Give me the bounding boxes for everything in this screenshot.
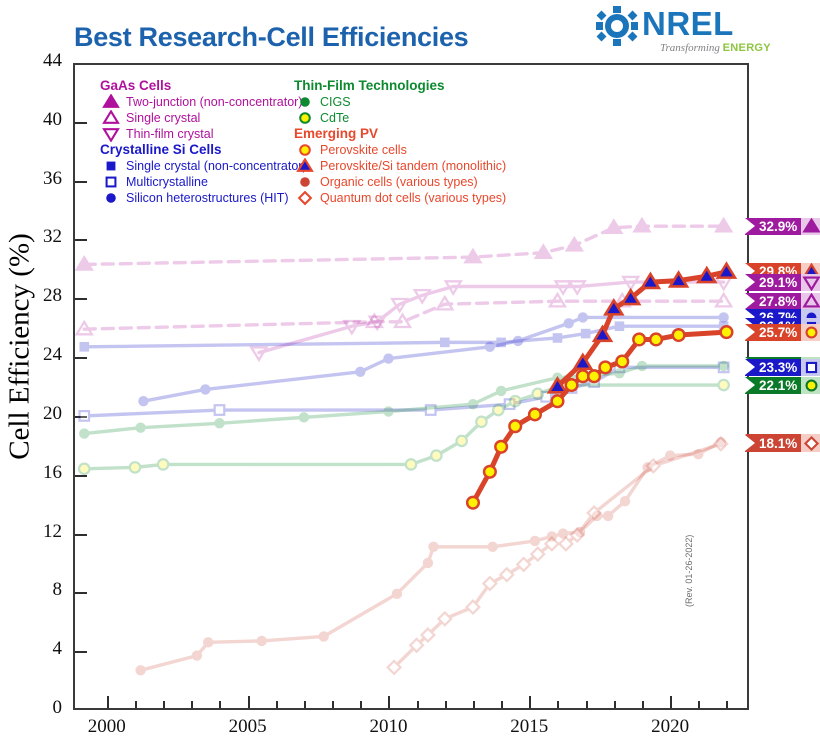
- legend-item-label: CdTe: [320, 111, 350, 125]
- circle-filled-icon: [100, 190, 126, 206]
- triangle-up-filled-icon: [801, 217, 820, 235]
- triangle-up-open-icon: [801, 292, 820, 310]
- nrel-wordmark: NREL: [642, 5, 734, 42]
- nrel-logo: NREL Transforming ENERGY: [596, 5, 771, 54]
- diamond-open-icon: [294, 190, 320, 206]
- legend-item[interactable]: Organic cells (various types): [294, 174, 506, 190]
- legend-item-label: Thin-film crystal: [126, 127, 214, 141]
- legend-item[interactable]: Single crystal (non-concentrator): [100, 158, 307, 174]
- legend-item[interactable]: Two-junction (non-concentrator): [100, 93, 307, 110]
- callout-gaas-two-junction[interactable]: 32.9%: [745, 217, 820, 235]
- callout-value: 32.9%: [745, 217, 802, 235]
- y-axis-label: Cell Efficiency (%): [3, 233, 36, 460]
- triangle-up-filled-icon: [100, 93, 126, 110]
- circle-yellow-red-icon: [294, 142, 320, 158]
- callout-value: 18.1%: [745, 435, 802, 453]
- triangle-down-open-icon: [100, 126, 126, 143]
- legend-item[interactable]: Perovskite/Si tandem (monolithic): [294, 157, 507, 174]
- x-tick-label: 2020: [651, 716, 690, 737]
- legend-item-label: Quantum dot cells (various types): [320, 191, 507, 205]
- nrel-tagline-energy: ENERGY: [722, 42, 771, 54]
- nrel-tagline: Transforming ENERGY: [660, 42, 771, 54]
- legend-item[interactable]: Silicon heterostructures (HIT): [100, 190, 307, 206]
- legend-item-label: Single crystal: [126, 111, 201, 125]
- legend-item[interactable]: Quantum dot cells (various types): [294, 190, 506, 206]
- x-tick-label: 2015: [510, 716, 549, 737]
- callout-value: 27.8%: [745, 292, 802, 310]
- x-tick-label: 2000: [87, 716, 126, 737]
- callout-value: 23.3%: [745, 358, 802, 376]
- callout-multicrystalline-si[interactable]: 23.3%: [745, 358, 820, 376]
- x-tick-label: 2010: [369, 716, 408, 737]
- legend-heading-emerging-pv: Emerging PV: [294, 126, 379, 141]
- y-tick-label: 0: [52, 697, 63, 718]
- legend-column-left: GaAs Cells Two-junction (non-concentrator…: [100, 78, 307, 206]
- legend-item[interactable]: Perovskite cells: [294, 142, 506, 158]
- square-open-icon: [801, 358, 820, 376]
- legend-heading-thin-film-technologies: Thin-Film Technologies: [294, 78, 445, 93]
- diamond-open-icon: [801, 435, 820, 453]
- callout-quantum-dot[interactable]: 18.1%: [745, 435, 820, 453]
- legend-item-label: CIGS: [320, 95, 351, 109]
- revision-note: (Rev. 01-26-2022): [684, 534, 694, 607]
- legend-item[interactable]: Thin-film crystal: [100, 126, 307, 143]
- nrel-tagline-transforming: Transforming: [660, 42, 723, 54]
- circle-filled-icon: [294, 94, 320, 110]
- page-title: Best Research-Cell Efficiencies: [74, 22, 469, 52]
- legend-item-label: Single crystal (non-concentrator): [126, 159, 307, 173]
- legend-item-label: Two-junction (non-concentrator): [126, 95, 303, 109]
- triangle-down-open-icon: [801, 273, 820, 291]
- callout-value: 22.1%: [745, 376, 802, 394]
- callout-cdte[interactable]: 22.1%: [745, 376, 820, 394]
- legend-heading-crystalline-si-cells: Crystalline Si Cells: [100, 142, 222, 157]
- circle-yellow-icon: [801, 376, 820, 394]
- legend-item-label: Perovskite cells: [320, 143, 407, 157]
- circle-filled-icon: [294, 174, 320, 190]
- legend-item[interactable]: CdTe: [294, 110, 506, 126]
- callout-gaas-single-crystal[interactable]: 27.8%: [745, 292, 820, 310]
- triangle-up-blue-red-icon: [294, 157, 320, 174]
- legend-heading-gaas-cells: GaAs Cells: [100, 78, 172, 93]
- triangle-up-open-icon: [100, 109, 126, 126]
- circle-yellow-icon: [294, 110, 320, 126]
- circle-yellow-red-icon: [801, 323, 820, 341]
- legend-column-right: Thin-Film Technologies CIGS CdTe Emerging P…: [294, 78, 506, 206]
- square-filled-icon: [100, 158, 126, 174]
- legend-item-label: Multicrystalline: [126, 175, 208, 189]
- callout-value: 25.7%: [745, 323, 802, 341]
- callout-gaas-thin-film[interactable]: 29.1%: [745, 273, 820, 291]
- legend-item[interactable]: Multicrystalline: [100, 174, 307, 190]
- legend-item-label: Silicon heterostructures (HIT): [126, 191, 289, 205]
- legend-item-label: Organic cells (various types): [320, 175, 478, 189]
- legend-item[interactable]: CIGS: [294, 94, 506, 110]
- x-tick-label: 2005: [228, 716, 267, 737]
- callout-value: 29.1%: [745, 273, 802, 291]
- nrel-circular-mark: [596, 6, 638, 46]
- legend-item-label: Perovskite/Si tandem (monolithic): [320, 159, 507, 173]
- callout-perovskite[interactable]: 25.7%: [745, 323, 820, 341]
- square-open-icon: [100, 174, 126, 190]
- legend-item[interactable]: Single crystal: [100, 109, 307, 126]
